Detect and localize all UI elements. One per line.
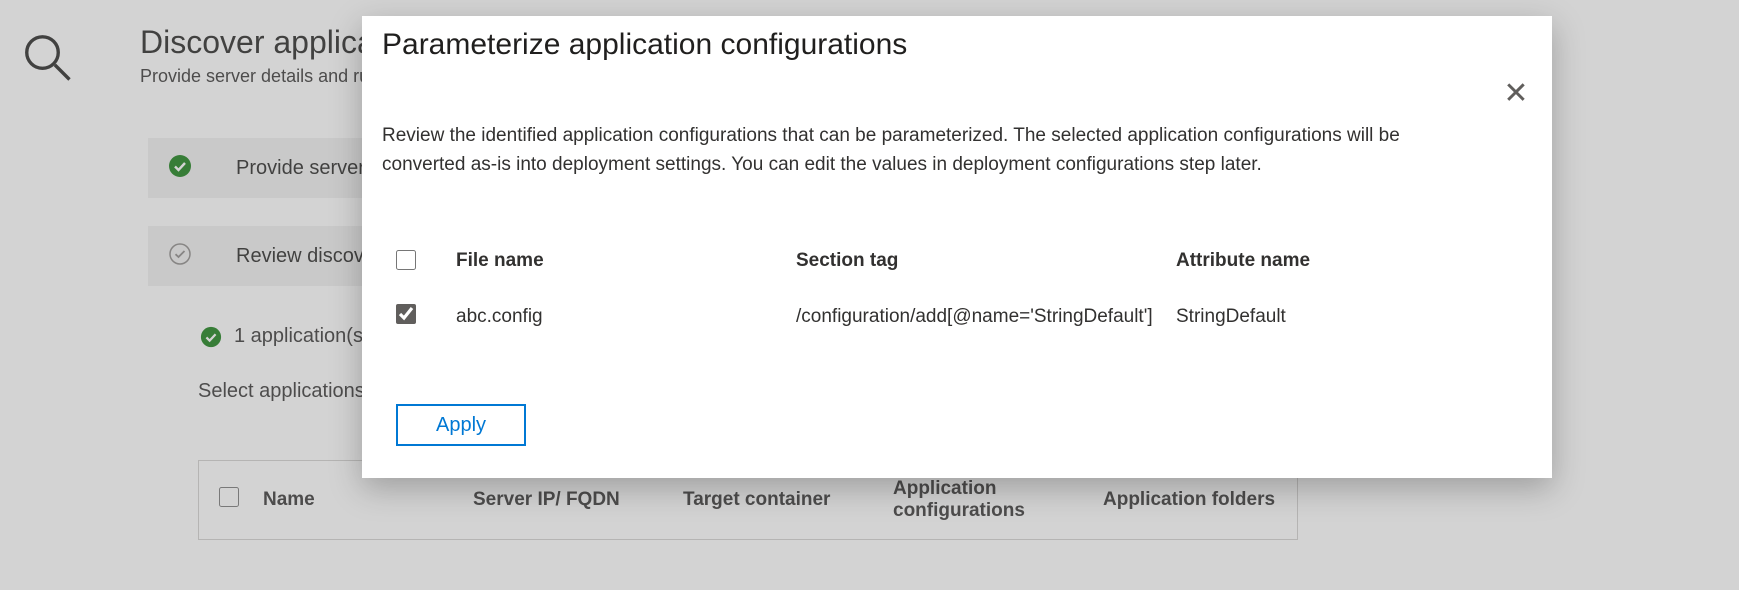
modal-title: Parameterize application configurations	[382, 28, 907, 62]
apply-button[interactable]: Apply	[396, 404, 526, 446]
row-checkbox[interactable]	[396, 304, 416, 324]
cell-file: abc.config	[456, 304, 796, 331]
parameterize-modal: Parameterize application configurations …	[362, 16, 1552, 478]
close-button[interactable]: ✕	[1498, 76, 1534, 112]
col-section-tag: Section tag	[796, 250, 1176, 276]
cell-section: /configuration/add[@name='StringDefault'…	[796, 304, 1176, 331]
close-icon: ✕	[1503, 79, 1528, 109]
col-file-name: File name	[456, 250, 796, 276]
table-row: abc.config /configuration/add[@name='Str…	[396, 286, 1486, 331]
select-all-config-checkbox[interactable]	[396, 250, 416, 270]
col-attribute-name: Attribute name	[1176, 250, 1456, 276]
config-table: File name Section tag Attribute name abc…	[396, 240, 1486, 331]
cell-attribute: StringDefault	[1176, 304, 1456, 331]
modal-description: Review the identified application config…	[382, 122, 1482, 179]
